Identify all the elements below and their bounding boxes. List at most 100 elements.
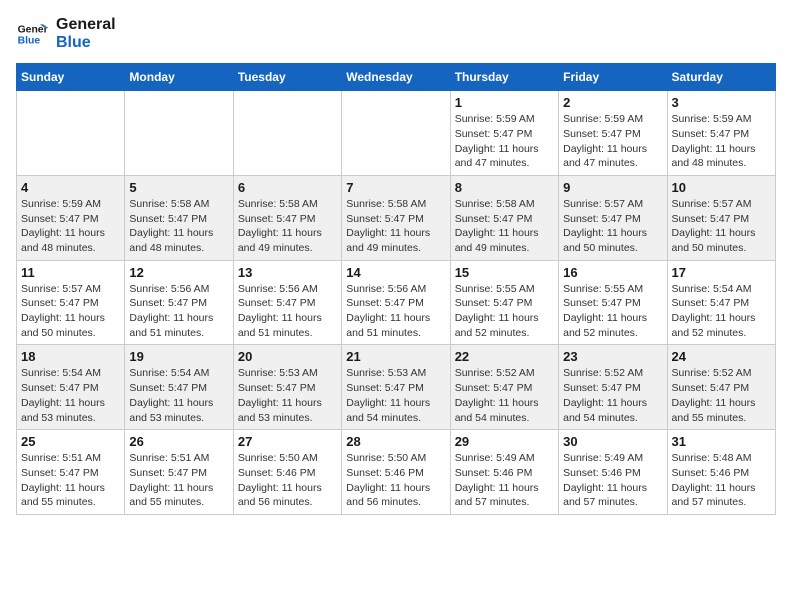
day-info: Sunrise: 5:56 AM Sunset: 5:47 PM Dayligh… <box>129 282 228 341</box>
day-number: 23 <box>563 349 662 364</box>
day-number: 8 <box>455 180 554 195</box>
day-info: Sunrise: 5:54 AM Sunset: 5:47 PM Dayligh… <box>21 366 120 425</box>
day-info: Sunrise: 5:57 AM Sunset: 5:47 PM Dayligh… <box>563 197 662 256</box>
logo: General Blue General Blue <box>16 16 116 51</box>
day-info: Sunrise: 5:55 AM Sunset: 5:47 PM Dayligh… <box>563 282 662 341</box>
calendar-cell: 16Sunrise: 5:55 AM Sunset: 5:47 PM Dayli… <box>559 260 667 345</box>
weekday-header-tuesday: Tuesday <box>233 64 341 91</box>
day-number: 3 <box>672 95 771 110</box>
calendar-cell <box>17 91 125 176</box>
week-row-1: 1Sunrise: 5:59 AM Sunset: 5:47 PM Daylig… <box>17 91 776 176</box>
calendar-cell: 22 Sunrise: 5:52 AM Sunset: 5:47 PM Dayli… <box>450 345 558 430</box>
calendar-cell: 10Sunrise: 5:57 AM Sunset: 5:47 PM Dayli… <box>667 175 775 260</box>
calendar-cell: 30 Sunrise: 5:49 AM Sunset: 5:46 PM Dayli… <box>559 430 667 515</box>
day-number: 13 <box>238 265 337 280</box>
calendar-cell: 31 Sunrise: 5:48 AM Sunset: 5:46 PM Dayli… <box>667 430 775 515</box>
calendar-cell <box>342 91 450 176</box>
calendar-cell: 1Sunrise: 5:59 AM Sunset: 5:47 PM Daylig… <box>450 91 558 176</box>
day-number: 11 <box>21 265 120 280</box>
calendar-cell <box>233 91 341 176</box>
weekday-header-sunday: Sunday <box>17 64 125 91</box>
page-header: General Blue General Blue <box>16 16 776 51</box>
weekday-header-friday: Friday <box>559 64 667 91</box>
day-info: Sunrise: 5:58 AM Sunset: 5:47 PM Dayligh… <box>346 197 445 256</box>
day-number: 7 <box>346 180 445 195</box>
day-info: Sunrise: 5:53 AM Sunset: 5:47 PM Dayligh… <box>238 366 337 425</box>
day-number: 12 <box>129 265 228 280</box>
calendar-cell: 11 Sunrise: 5:57 AM Sunset: 5:47 PM Dayli… <box>17 260 125 345</box>
calendar-cell: 24 Sunrise: 5:52 AM Sunset: 5:47 PM Dayli… <box>667 345 775 430</box>
day-number: 22 <box>455 349 554 364</box>
calendar-cell: 29 Sunrise: 5:49 AM Sunset: 5:46 PM Dayli… <box>450 430 558 515</box>
day-info: Sunrise: 5:53 AM Sunset: 5:47 PM Dayligh… <box>346 366 445 425</box>
day-info: Sunrise: 5:59 AM Sunset: 5:47 PM Dayligh… <box>672 112 771 171</box>
day-number: 17 <box>672 265 771 280</box>
calendar-cell: 28 Sunrise: 5:50 AM Sunset: 5:46 PM Dayli… <box>342 430 450 515</box>
calendar-cell: 26Sunrise: 5:51 AM Sunset: 5:47 PM Dayli… <box>125 430 233 515</box>
calendar-cell: 8Sunrise: 5:58 AM Sunset: 5:47 PM Daylig… <box>450 175 558 260</box>
day-info: Sunrise: 5:57 AM Sunset: 5:47 PM Dayligh… <box>21 282 120 341</box>
day-info: Sunrise: 5:52 AM Sunset: 5:47 PM Dayligh… <box>455 366 554 425</box>
day-number: 4 <box>21 180 120 195</box>
weekday-header-monday: Monday <box>125 64 233 91</box>
week-row-5: 25Sunrise: 5:51 AM Sunset: 5:47 PM Dayli… <box>17 430 776 515</box>
svg-text:Blue: Blue <box>18 35 41 46</box>
day-number: 24 <box>672 349 771 364</box>
weekday-header-saturday: Saturday <box>667 64 775 91</box>
day-number: 31 <box>672 434 771 449</box>
day-number: 9 <box>563 180 662 195</box>
calendar-cell: 23Sunrise: 5:52 AM Sunset: 5:47 PM Dayli… <box>559 345 667 430</box>
day-number: 26 <box>129 434 228 449</box>
calendar-cell: 4Sunrise: 5:59 AM Sunset: 5:47 PM Daylig… <box>17 175 125 260</box>
day-number: 19 <box>129 349 228 364</box>
calendar-cell: 12 Sunrise: 5:56 AM Sunset: 5:47 PM Dayli… <box>125 260 233 345</box>
day-info: Sunrise: 5:54 AM Sunset: 5:47 PM Dayligh… <box>672 282 771 341</box>
calendar-cell <box>125 91 233 176</box>
day-number: 20 <box>238 349 337 364</box>
weekday-header-thursday: Thursday <box>450 64 558 91</box>
day-info: Sunrise: 5:49 AM Sunset: 5:46 PM Dayligh… <box>455 451 554 510</box>
day-number: 29 <box>455 434 554 449</box>
day-info: Sunrise: 5:58 AM Sunset: 5:47 PM Dayligh… <box>238 197 337 256</box>
calendar-cell: 25Sunrise: 5:51 AM Sunset: 5:47 PM Dayli… <box>17 430 125 515</box>
logo-general: General <box>56 16 116 34</box>
calendar-cell: 3 Sunrise: 5:59 AM Sunset: 5:47 PM Daylig… <box>667 91 775 176</box>
calendar-cell: 6 Sunrise: 5:58 AM Sunset: 5:47 PM Daylig… <box>233 175 341 260</box>
day-number: 21 <box>346 349 445 364</box>
calendar-cell: 18Sunrise: 5:54 AM Sunset: 5:47 PM Dayli… <box>17 345 125 430</box>
day-info: Sunrise: 5:59 AM Sunset: 5:47 PM Dayligh… <box>455 112 554 171</box>
day-info: Sunrise: 5:59 AM Sunset: 5:47 PM Dayligh… <box>563 112 662 171</box>
day-number: 15 <box>455 265 554 280</box>
calendar-cell: 2 Sunrise: 5:59 AM Sunset: 5:47 PM Daylig… <box>559 91 667 176</box>
calendar-cell: 13Sunrise: 5:56 AM Sunset: 5:47 PM Dayli… <box>233 260 341 345</box>
day-info: Sunrise: 5:58 AM Sunset: 5:47 PM Dayligh… <box>129 197 228 256</box>
day-number: 28 <box>346 434 445 449</box>
day-number: 2 <box>563 95 662 110</box>
logo-blue: Blue <box>56 34 116 52</box>
day-number: 30 <box>563 434 662 449</box>
day-number: 10 <box>672 180 771 195</box>
calendar-table: SundayMondayTuesdayWednesdayThursdayFrid… <box>16 63 776 515</box>
day-number: 14 <box>346 265 445 280</box>
week-row-2: 4Sunrise: 5:59 AM Sunset: 5:47 PM Daylig… <box>17 175 776 260</box>
day-info: Sunrise: 5:51 AM Sunset: 5:47 PM Dayligh… <box>21 451 120 510</box>
day-info: Sunrise: 5:50 AM Sunset: 5:46 PM Dayligh… <box>346 451 445 510</box>
calendar-cell: 19Sunrise: 5:54 AM Sunset: 5:47 PM Dayli… <box>125 345 233 430</box>
calendar-cell: 5 Sunrise: 5:58 AM Sunset: 5:47 PM Daylig… <box>125 175 233 260</box>
day-number: 5 <box>129 180 228 195</box>
day-info: Sunrise: 5:49 AM Sunset: 5:46 PM Dayligh… <box>563 451 662 510</box>
day-info: Sunrise: 5:50 AM Sunset: 5:46 PM Dayligh… <box>238 451 337 510</box>
day-info: Sunrise: 5:52 AM Sunset: 5:47 PM Dayligh… <box>672 366 771 425</box>
day-info: Sunrise: 5:56 AM Sunset: 5:47 PM Dayligh… <box>346 282 445 341</box>
weekday-header-row: SundayMondayTuesdayWednesdayThursdayFrid… <box>17 64 776 91</box>
logo-icon: General Blue <box>16 18 48 50</box>
calendar-cell: 14 Sunrise: 5:56 AM Sunset: 5:47 PM Dayli… <box>342 260 450 345</box>
day-number: 6 <box>238 180 337 195</box>
calendar-cell: 15Sunrise: 5:55 AM Sunset: 5:47 PM Dayli… <box>450 260 558 345</box>
calendar-cell: 9 Sunrise: 5:57 AM Sunset: 5:47 PM Daylig… <box>559 175 667 260</box>
calendar-cell: 7 Sunrise: 5:58 AM Sunset: 5:47 PM Daylig… <box>342 175 450 260</box>
calendar-cell: 27Sunrise: 5:50 AM Sunset: 5:46 PM Dayli… <box>233 430 341 515</box>
calendar-cell: 21 Sunrise: 5:53 AM Sunset: 5:47 PM Dayli… <box>342 345 450 430</box>
calendar-cell: 17 Sunrise: 5:54 AM Sunset: 5:47 PM Dayli… <box>667 260 775 345</box>
day-info: Sunrise: 5:48 AM Sunset: 5:46 PM Dayligh… <box>672 451 771 510</box>
